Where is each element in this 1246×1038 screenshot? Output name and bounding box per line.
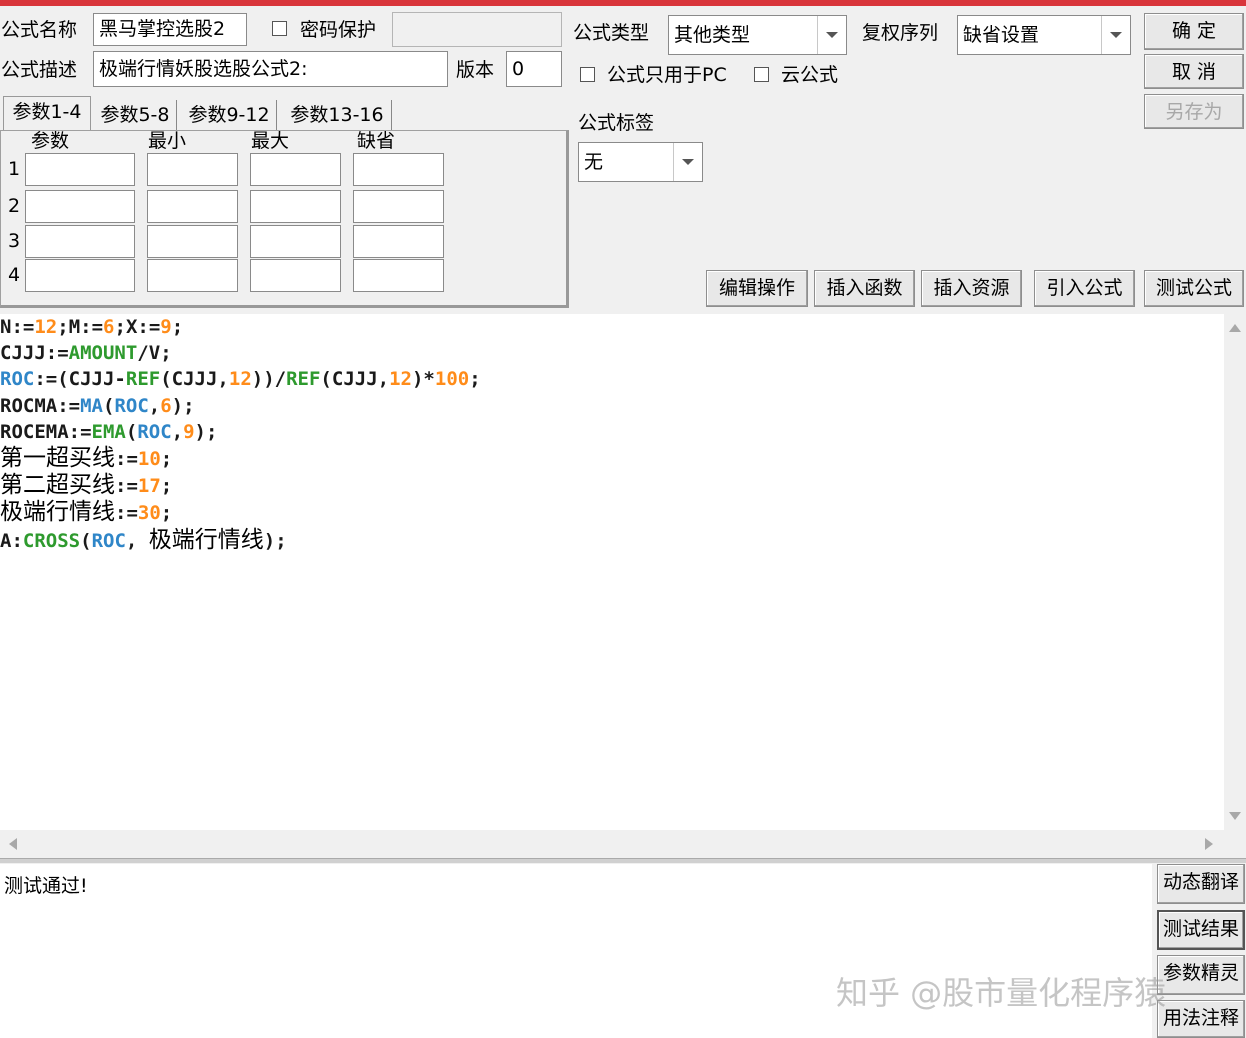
tab-params-13-16[interactable]: 参数13-16 bbox=[283, 100, 392, 130]
param-row-number: 3 bbox=[8, 230, 21, 252]
code-text[interactable]: N:=12;M:=6;X:=9; CJJJ:=AMOUNT/V; ROC:=(CJJ… bbox=[0, 314, 481, 554]
param-3-default[interactable] bbox=[353, 225, 444, 258]
rights-value: 缺省设置 bbox=[963, 24, 1040, 46]
param-4-max[interactable] bbox=[250, 259, 341, 292]
version-input[interactable]: 0 bbox=[506, 51, 562, 87]
param-row-number: 4 bbox=[8, 264, 21, 286]
rights-select[interactable]: 缺省设置 bbox=[957, 15, 1131, 55]
scroll-arrows-icon bbox=[9, 838, 1213, 850]
param-header-min: 最小 bbox=[148, 130, 187, 152]
param-row-number: 2 bbox=[8, 195, 21, 217]
param-1-max[interactable] bbox=[250, 153, 341, 186]
edit-ops-button[interactable]: 编辑操作 bbox=[706, 270, 808, 307]
rights-label: 复权序列 bbox=[862, 22, 939, 44]
formula-tag-label: 公式标签 bbox=[578, 112, 655, 134]
cloud-label: 云公式 bbox=[781, 64, 839, 86]
cloud-checkbox[interactable] bbox=[754, 67, 769, 82]
code-line[interactable]: ROCEMA:=EMA(ROC,9); bbox=[0, 419, 481, 445]
dynamic-translate-button[interactable]: 动态翻译 bbox=[1157, 864, 1245, 904]
test-result-button[interactable]: 测试结果 bbox=[1157, 910, 1245, 950]
version-label: 版本 bbox=[456, 59, 495, 81]
param-1-min[interactable] bbox=[147, 153, 238, 186]
code-line[interactable]: 第二超买线:=17; bbox=[0, 472, 481, 499]
param-header-name: 参数 bbox=[31, 130, 70, 152]
watermark: 知乎 @股市量化程序猿 bbox=[836, 974, 1167, 1012]
horizontal-scrollbar[interactable] bbox=[0, 830, 1224, 858]
chevron-down-icon[interactable] bbox=[817, 16, 846, 54]
scroll-arrows-icon bbox=[1229, 324, 1241, 820]
code-line[interactable]: A:CROSS(ROC, 极端行情线); bbox=[0, 527, 481, 554]
param-4-name[interactable] bbox=[25, 259, 135, 292]
window-top-bar bbox=[0, 0, 1246, 6]
formula-tag-value: 无 bbox=[584, 151, 604, 173]
param-wizard-button[interactable]: 参数精灵 bbox=[1157, 955, 1245, 995]
pc-only-checkbox[interactable] bbox=[580, 67, 595, 82]
cancel-button[interactable]: 取 消 bbox=[1144, 54, 1244, 89]
usage-notes-button[interactable]: 用法注释 bbox=[1157, 1000, 1245, 1038]
insert-function-button[interactable]: 插入函数 bbox=[814, 270, 915, 307]
param-2-name[interactable] bbox=[25, 190, 135, 223]
formula-desc-label: 公式描述 bbox=[1, 59, 78, 81]
code-line[interactable]: 极端行情线:=30; bbox=[0, 499, 481, 526]
chevron-down-icon[interactable] bbox=[1101, 16, 1130, 54]
formula-tag-select[interactable]: 无 bbox=[578, 142, 703, 182]
import-formula-button[interactable]: 引入公式 bbox=[1034, 270, 1135, 307]
param-2-default[interactable] bbox=[353, 190, 444, 223]
param-header-max: 最大 bbox=[251, 130, 290, 152]
save-as-button[interactable]: 另存为 bbox=[1144, 94, 1244, 129]
password-label: 密码保护 bbox=[300, 19, 377, 41]
password-input[interactable] bbox=[392, 12, 562, 47]
code-line[interactable]: ROCMA:=MA(ROC,6); bbox=[0, 393, 481, 419]
param-3-max[interactable] bbox=[250, 225, 341, 258]
param-3-name[interactable] bbox=[25, 225, 135, 258]
tab-params-9-12[interactable]: 参数9-12 bbox=[182, 100, 277, 130]
param-1-name[interactable] bbox=[25, 153, 135, 186]
param-header-default: 缺省 bbox=[357, 130, 396, 152]
tab-params-1-4[interactable]: 参数1-4 bbox=[3, 96, 91, 131]
test-formula-button[interactable]: 测试公式 bbox=[1144, 270, 1244, 307]
param-4-min[interactable] bbox=[147, 259, 238, 292]
formula-name-label: 公式名称 bbox=[1, 19, 78, 41]
formula-type-value: 其他类型 bbox=[674, 24, 751, 46]
param-2-min[interactable] bbox=[147, 190, 238, 223]
password-checkbox[interactable] bbox=[272, 21, 287, 36]
param-3-min[interactable] bbox=[147, 225, 238, 258]
code-line[interactable]: ROC:=(CJJJ-REF(CJJJ,12))/REF(CJJJ,12)*10… bbox=[0, 366, 481, 392]
param-1-default[interactable] bbox=[353, 153, 444, 186]
insert-resource-button[interactable]: 插入资源 bbox=[921, 270, 1022, 307]
vertical-scrollbar[interactable] bbox=[1224, 314, 1246, 830]
formula-desc-input[interactable]: 极端行情妖股选股公式2: bbox=[93, 51, 448, 87]
splitter[interactable] bbox=[0, 858, 1246, 863]
param-4-default[interactable] bbox=[353, 259, 444, 292]
code-line[interactable]: 第一超买线:=10; bbox=[0, 445, 481, 472]
formula-type-select[interactable]: 其他类型 bbox=[668, 15, 847, 55]
formula-name-input[interactable]: 黑马掌控选股2 bbox=[93, 13, 247, 46]
output-text: 测试通过! bbox=[4, 875, 88, 897]
chevron-down-icon[interactable] bbox=[673, 143, 702, 181]
param-row-number: 1 bbox=[8, 158, 21, 180]
param-2-max[interactable] bbox=[250, 190, 341, 223]
formula-type-label: 公式类型 bbox=[573, 22, 650, 44]
code-line[interactable]: CJJJ:=AMOUNT/V; bbox=[0, 340, 481, 366]
code-line[interactable]: N:=12;M:=6;X:=9; bbox=[0, 314, 481, 340]
code-editor[interactable]: N:=12;M:=6;X:=9; CJJJ:=AMOUNT/V; ROC:=(CJJ… bbox=[0, 314, 1224, 830]
pc-only-label: 公式只用于PC bbox=[607, 64, 727, 86]
tab-params-5-8[interactable]: 参数5-8 bbox=[94, 100, 177, 130]
ok-button[interactable]: 确 定 bbox=[1144, 13, 1244, 50]
